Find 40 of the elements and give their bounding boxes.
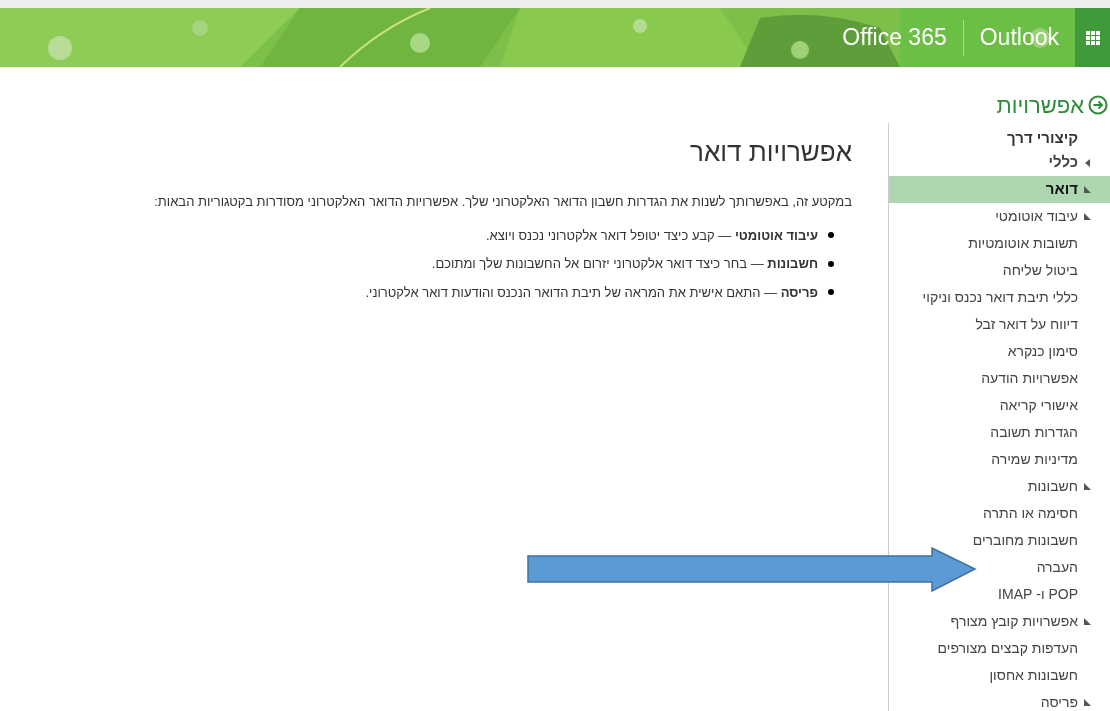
bullet-icon: [828, 289, 834, 296]
nav-item[interactable]: חשבונות: [1027, 476, 1078, 497]
page-title: אפשרויות דואר: [689, 136, 852, 169]
shortcuts-label: קיצורי דרך: [1006, 128, 1079, 148]
bullet-text: פריסה — התאם אישית את המראה של תיבת הדואר הנכנס והודעות דואר אלקטרוני.: [365, 283, 818, 302]
intro-text: במקטע זה, באפשרותך לשנות את הגדרות חשבון הדואר האלקטרוני שלך. אפשרויות הדואר האלקטרוני מסודרות בקטגוריות הבאות:: [153, 193, 852, 211]
nav-item[interactable]: העברה: [1036, 557, 1078, 578]
collapsed-triangle-icon[interactable]: [1084, 158, 1090, 167]
nav-item[interactable]: דואר: [1045, 178, 1078, 201]
nav-item[interactable]: פריסה: [1040, 692, 1078, 711]
app-launcher-button[interactable]: [1075, 8, 1110, 67]
bullet-icon: [828, 260, 834, 267]
nav-item[interactable]: הגדרות תשובה: [990, 422, 1078, 443]
nav-item[interactable]: חשבונות מחוברים: [972, 530, 1078, 551]
expanded-triangle-icon[interactable]: [1083, 213, 1091, 220]
grid-icon: [1085, 30, 1100, 45]
nav-item[interactable]: כללי תיבת דואר נכנס וניקוי: [922, 287, 1078, 308]
nav-item[interactable]: עיבוד אוטומטי: [995, 206, 1078, 227]
nav-item[interactable]: POP ו- IMAP: [998, 584, 1078, 605]
expanded-triangle-icon[interactable]: [1083, 699, 1091, 706]
arrow-circle-icon[interactable]: [1088, 95, 1108, 115]
expanded-triangle-icon[interactable]: [1083, 483, 1091, 490]
expanded-triangle-icon[interactable]: [1083, 186, 1091, 193]
nav-item[interactable]: כללי: [1048, 151, 1078, 174]
bullet-icon: [828, 232, 834, 239]
nav-item[interactable]: חסימה או התרה: [983, 503, 1078, 524]
nav-item[interactable]: אפשרויות הודעה: [981, 368, 1078, 389]
nav-item[interactable]: סימון כנקרא: [1007, 341, 1078, 362]
bullet-text: חשבונות — בחר כיצד דואר אלקטרוני יזרום אל החשבונות שלך ומתוכם.: [431, 255, 818, 273]
nav-item[interactable]: חשבונות אחסון: [989, 665, 1078, 686]
nav-item[interactable]: דיווח על דואר זבל: [975, 314, 1078, 335]
options-title: אפשרויות: [996, 91, 1084, 120]
nav-item[interactable]: אישורי קריאה: [999, 395, 1078, 416]
bullet-text: עיבוד אוטומטי — קבע כיצד יטופל דואר אלקטרוני נכנס ויוצא.: [486, 226, 818, 245]
nav-item[interactable]: מדיניות שמירה: [991, 449, 1078, 470]
nav-item[interactable]: ביטול שליחה: [1002, 260, 1078, 281]
nav-item[interactable]: אפשרויות קובץ מצורף: [950, 611, 1078, 632]
nav-item[interactable]: תשובות אוטומטיות: [968, 233, 1078, 254]
nav-item[interactable]: העדפות קבצים מצורפים: [937, 638, 1078, 659]
expanded-triangle-icon[interactable]: [1083, 618, 1091, 625]
